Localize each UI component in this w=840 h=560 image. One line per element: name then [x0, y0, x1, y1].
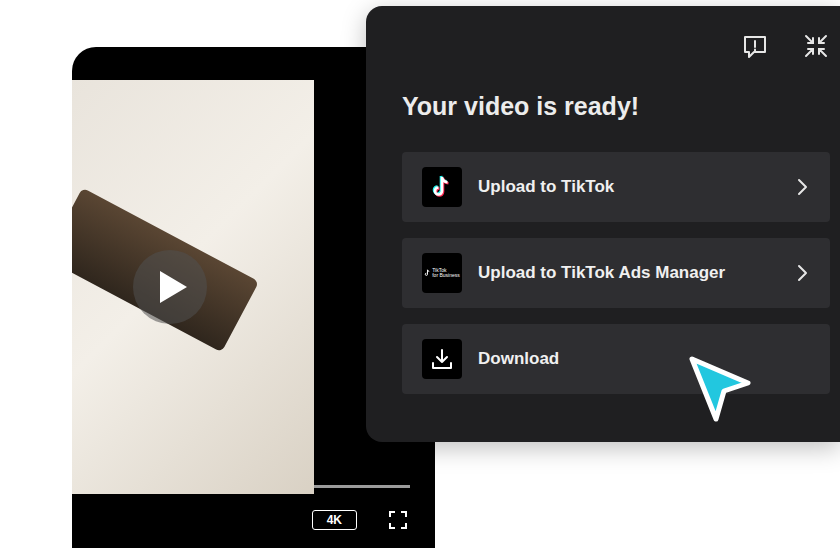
option-row[interactable]: Upload to TikTok	[402, 152, 830, 222]
tiktok-business-logo: TikTokfor Business	[424, 268, 460, 278]
option-label: Upload to TikTok Ads Manager	[478, 263, 796, 283]
fullscreen-icon[interactable]	[389, 511, 407, 529]
player-controls: 4K	[72, 510, 435, 530]
play-button[interactable]	[133, 250, 207, 324]
download-icon	[431, 348, 453, 370]
logo-text: TikTokfor Business	[432, 268, 460, 278]
video-frame[interactable]	[72, 80, 314, 494]
play-icon	[158, 270, 188, 304]
stage: 4K Your video is ready! Upload to TikTok…	[0, 0, 840, 560]
export-panel: Your video is ready! Upload to TikTok Ti…	[366, 6, 840, 442]
collapse-icon[interactable]	[804, 34, 828, 58]
tiktok-icon	[431, 175, 453, 199]
option-row[interactable]: TikTokfor Business Upload to TikTok Ads …	[402, 238, 830, 308]
option-icon-box	[422, 167, 462, 207]
panel-title: Your video is ready!	[402, 90, 830, 122]
tiktok-small-icon	[424, 269, 431, 277]
option-icon-box	[422, 339, 462, 379]
option-row[interactable]: Download	[402, 324, 830, 394]
cursor-icon	[688, 355, 754, 425]
option-list: Upload to TikTok TikTokfor Business Uplo…	[402, 152, 830, 394]
option-label: Upload to TikTok	[478, 177, 796, 197]
panel-header	[402, 34, 830, 60]
chevron-icon	[796, 264, 808, 282]
option-label: Download	[478, 349, 808, 369]
chevron-icon	[796, 178, 808, 196]
option-icon-box: TikTokfor Business	[422, 253, 462, 293]
feedback-icon[interactable]	[742, 34, 768, 60]
quality-badge[interactable]: 4K	[312, 510, 357, 530]
